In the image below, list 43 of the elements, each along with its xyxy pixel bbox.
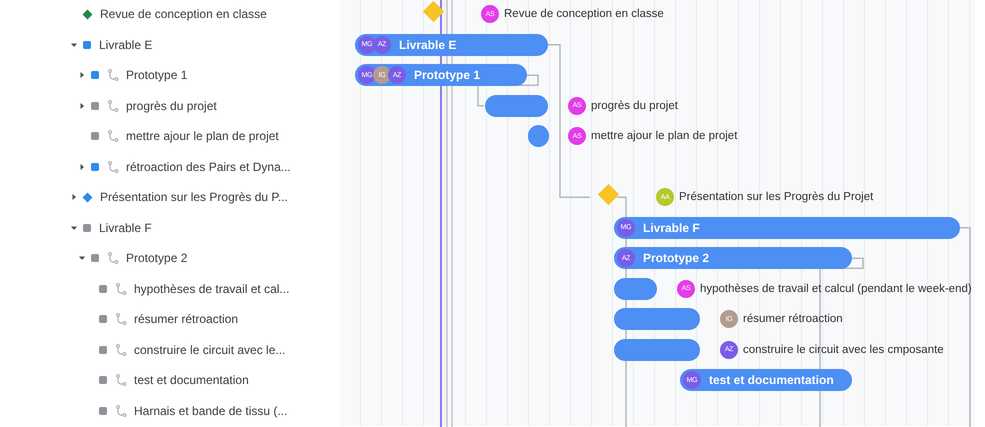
dependency-icon	[107, 130, 119, 142]
task-bar[interactable]	[528, 125, 549, 147]
dependency-icon	[107, 69, 119, 82]
dependency-icon	[115, 404, 127, 417]
task-label: mettre ajour le plan de projet	[591, 130, 738, 142]
task-name[interactable]: hypothèses de travail et cal...	[134, 282, 290, 296]
task-bar[interactable]	[614, 308, 700, 330]
caret-icon[interactable]	[70, 40, 78, 49]
task-name[interactable]: Harnais et bande de tissu (...	[134, 404, 288, 418]
task-label: résumer rétroaction	[743, 313, 843, 325]
dependency-icon	[107, 252, 119, 264]
dependency-icon	[115, 374, 127, 386]
caret-icon[interactable]	[78, 71, 86, 80]
caret-icon[interactable]	[78, 162, 86, 171]
caret-icon[interactable]	[78, 102, 86, 110]
caret-icon[interactable]	[70, 224, 78, 232]
task-name[interactable]: mettre ajour le plan de projet	[126, 129, 279, 144]
task-name[interactable]: Livrable F	[99, 220, 152, 235]
task-name[interactable]: Présentation sur les Progrès du P...	[100, 190, 288, 204]
task-bar[interactable]	[614, 338, 700, 360]
task-label: progrès du projet	[591, 100, 678, 112]
task-name[interactable]: résumer rétroaction	[134, 312, 238, 326]
dependency-icon	[107, 160, 119, 173]
task-label: hypothèses de travail et calcul (pendant le week-end)	[700, 282, 972, 294]
task-name[interactable]: construire le circuit avec le...	[134, 342, 286, 357]
task-name[interactable]: Prototype 2	[126, 251, 188, 266]
task-bar[interactable]	[614, 278, 657, 300]
task-name[interactable]: progrès du projet	[126, 98, 217, 113]
task-name[interactable]: Livrable E	[99, 38, 152, 52]
task-name[interactable]: Prototype 1	[126, 68, 188, 82]
task-name[interactable]: test et documentation	[134, 373, 249, 388]
caret-icon[interactable]	[70, 193, 78, 202]
dependency-icon	[115, 313, 127, 326]
dependency-icon	[115, 344, 127, 356]
task-bar[interactable]	[485, 94, 548, 116]
task-name[interactable]: rétroaction des Pairs et Dyna...	[126, 160, 291, 174]
caret-icon[interactable]	[78, 254, 86, 262]
dependency-icon	[107, 100, 119, 112]
task-label: Présentation sur les Progrès du Projet	[679, 191, 874, 203]
task-name[interactable]: Revue de conception en classe	[100, 7, 267, 22]
task-label: construire le circuit avec les cmposante	[743, 344, 944, 356]
task-label: Revue de conception en classe	[504, 8, 664, 20]
dependency-icon	[115, 282, 127, 295]
